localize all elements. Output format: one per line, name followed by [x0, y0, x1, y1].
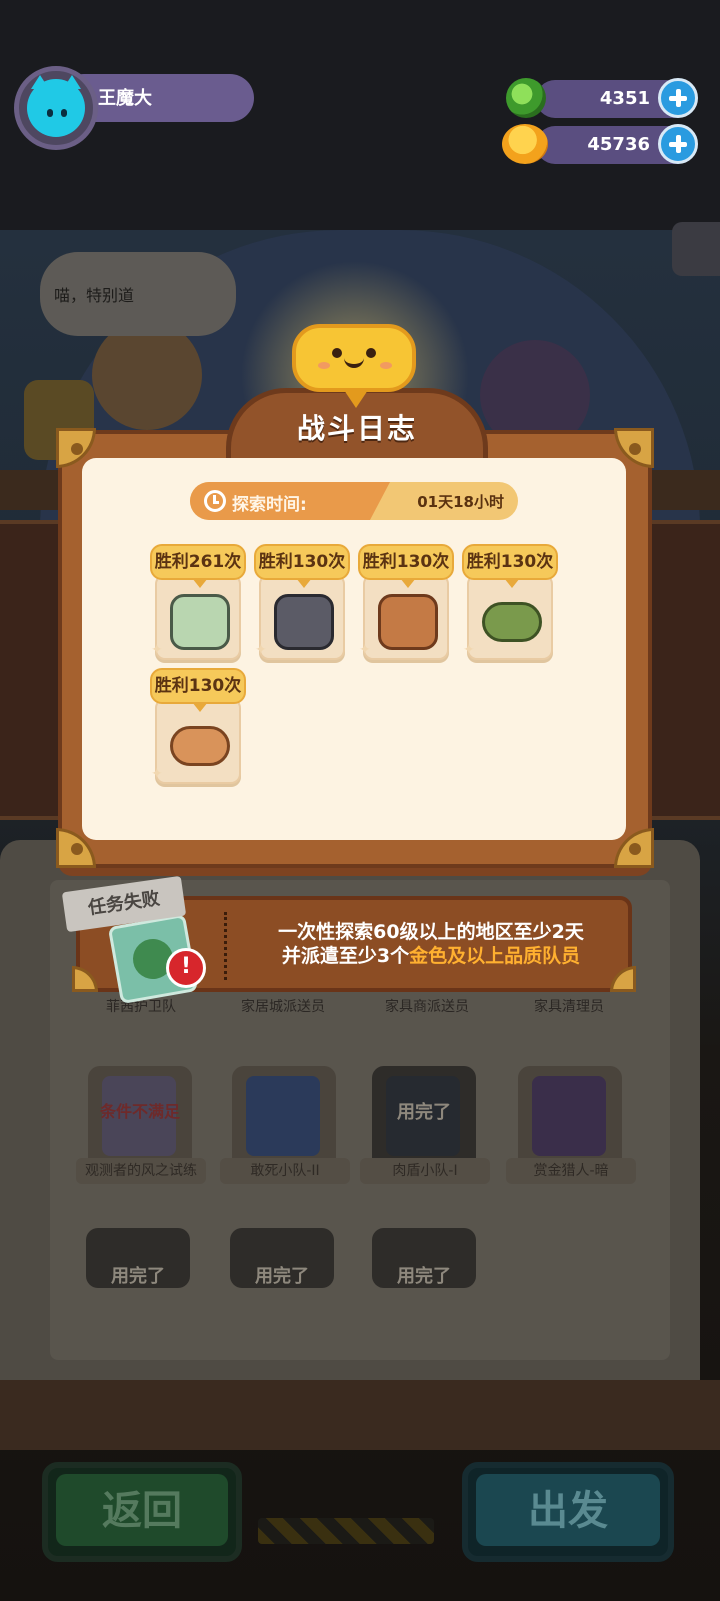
team-card-name: 肉盾小队-I [360, 1158, 490, 1184]
divider [224, 912, 227, 980]
team-card-slot[interactable]: 用完了 [86, 1228, 190, 1288]
team-card-slot[interactable]: 用完了 [230, 1228, 334, 1288]
exploration-time-value: 01天18小时 [417, 493, 504, 511]
player-name-text: 王魔大 [98, 88, 152, 109]
background-book-base [0, 1380, 720, 1450]
back-button-label: 返回 [56, 1474, 228, 1546]
npc-speech-bubble: 喵，特别道 [40, 252, 236, 336]
warning-icon: ! [166, 948, 206, 988]
team-card-name: 敢死小队-II [220, 1158, 350, 1184]
enemy-card[interactable]: 胜利130次 ✦ [358, 544, 454, 660]
team-card-name: 赏金猎人-暗 [506, 1158, 636, 1184]
green-gem-icon [506, 78, 546, 118]
depart-button-label: 出发 [476, 1474, 660, 1546]
victory-count-badge: 胜利261次 [150, 544, 246, 588]
add-gem-button[interactable] [658, 78, 698, 118]
slot-label: 家居城派送员 [241, 999, 325, 1015]
npc-cat-sprite [92, 320, 202, 430]
requirement-line-1: 一次性探索60级以上的地区至少2天 [278, 921, 584, 943]
card-status-overlay: 条件不满足 [99, 1102, 180, 1121]
card-status-overlay: 用完了 [255, 1266, 309, 1287]
card-status-overlay: 用完了 [397, 1102, 451, 1123]
hazard-stripe [258, 1518, 434, 1544]
victory-count-badge: 胜利130次 [358, 544, 454, 588]
crate-golem-enemy-icon [378, 594, 438, 650]
victory-count-badge: 胜利130次 [150, 668, 246, 712]
mission-requirement-text: 一次性探索60级以上的地区至少2天 并派遣至少3个金色及以上品质队员 [238, 920, 624, 968]
exploration-time-label: 探索时间: [232, 495, 307, 515]
coin-count: 45736 [587, 134, 650, 155]
camera-turret-enemy-icon [274, 594, 334, 650]
slot-label: 家具商派送员 [385, 999, 469, 1015]
bread-loaf-enemy-icon [170, 726, 230, 766]
card-status-overlay: 用完了 [111, 1266, 165, 1287]
slot-label: 家具清理员 [534, 999, 604, 1015]
enemy-card[interactable]: 胜利261次 ✦ [150, 544, 246, 660]
team-card-name: 观测者的风之试练 [76, 1158, 206, 1184]
enemy-card[interactable]: 胜利130次 ✦ [150, 668, 246, 784]
enemy-card[interactable]: 胜利130次 ✦ [462, 544, 558, 660]
gem-count: 4351 [599, 88, 650, 109]
green-slug-enemy-icon [482, 602, 542, 642]
exploration-time-bar: 探索时间: 01天18小时 [190, 482, 518, 520]
requirement-line-2: 并派遣至少3个 [281, 945, 410, 967]
depart-button[interactable]: 出发 [462, 1462, 674, 1562]
team-card-slot[interactable]: 用完了 [372, 1228, 476, 1288]
orange-planet-coin-icon [502, 124, 548, 164]
enemy-card[interactable]: 胜利130次 ✦ [254, 544, 350, 660]
player-avatar[interactable] [14, 66, 98, 150]
share-tab[interactable] [672, 222, 720, 276]
green-robot-enemy-icon [170, 594, 230, 650]
card-status-overlay: 用完了 [397, 1266, 451, 1287]
victory-count-badge: 胜利130次 [254, 544, 350, 588]
clock-icon [204, 490, 226, 512]
requirement-highlight: 金色及以上品质队员 [409, 945, 581, 967]
add-coin-button[interactable] [658, 124, 698, 164]
back-button[interactable]: 返回 [42, 1462, 242, 1562]
smiley-chat-icon [292, 324, 416, 408]
victory-count-badge: 胜利130次 [462, 544, 558, 588]
right-banner [640, 520, 720, 820]
